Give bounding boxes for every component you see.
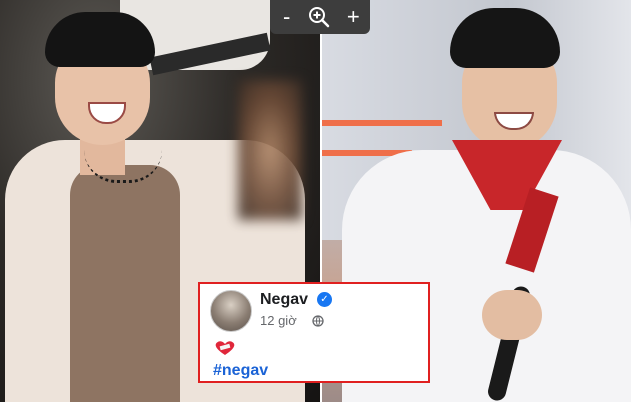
author-name[interactable]: Negav: [260, 291, 308, 309]
zoom-out-button[interactable]: -: [274, 6, 300, 28]
hashtag-link[interactable]: #negav: [213, 362, 268, 380]
hair: [450, 8, 560, 68]
blurred-region: [238, 80, 302, 220]
zoom-toolbar: - +: [270, 0, 370, 34]
background-stripe: [322, 120, 442, 126]
post-card: Negav ✓ 12 giờ #negav: [198, 282, 430, 383]
magnifier-plus-icon[interactable]: [307, 5, 333, 29]
globe-icon: [312, 314, 324, 332]
heart-bandaged-emoji: [214, 340, 236, 355]
post-timestamp[interactable]: 12 giờ: [260, 313, 297, 328]
avatar[interactable]: [210, 290, 252, 332]
zoom-in-button[interactable]: +: [340, 6, 366, 28]
knit-top: [70, 165, 180, 402]
verified-badge-icon: ✓: [317, 292, 332, 307]
hair: [45, 12, 155, 67]
hand: [482, 290, 542, 340]
